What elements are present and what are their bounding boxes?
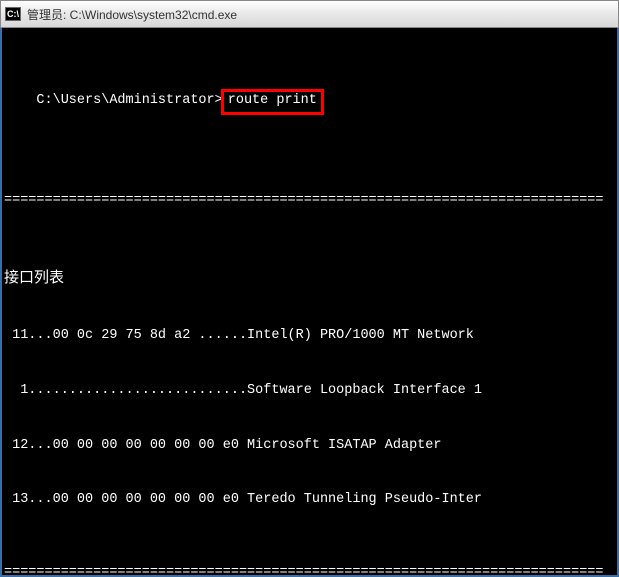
interface-row: 11...00 0c 29 75 8d a2 ......Intel(R) PR… [4, 327, 615, 345]
command-highlight: route print [221, 89, 324, 115]
window-titlebar[interactable]: C:\ 管理员: C:\Windows\system32\cmd.exe [0, 0, 619, 28]
terminal-output[interactable]: C:\Users\Administrator>route print =====… [0, 28, 619, 577]
separator-line: ========================================… [4, 192, 619, 210]
cmd-icon: C:\ [5, 7, 21, 21]
prompt-line: C:\Users\Administrator>route print [4, 70, 615, 133]
interface-list-title: 接口列表 [4, 268, 615, 288]
window-title: 管理员: C:\Windows\system32\cmd.exe [27, 6, 237, 23]
separator-line: ========================================… [4, 564, 619, 577]
prompt-path: C:\Users\Administrator> [36, 93, 222, 108]
interface-row: 1...........................Software Loo… [4, 382, 615, 400]
interface-row: 13...00 00 00 00 00 00 00 e0 Teredo Tunn… [4, 491, 615, 509]
interface-row: 12...00 00 00 00 00 00 00 e0 Microsoft I… [4, 437, 615, 455]
